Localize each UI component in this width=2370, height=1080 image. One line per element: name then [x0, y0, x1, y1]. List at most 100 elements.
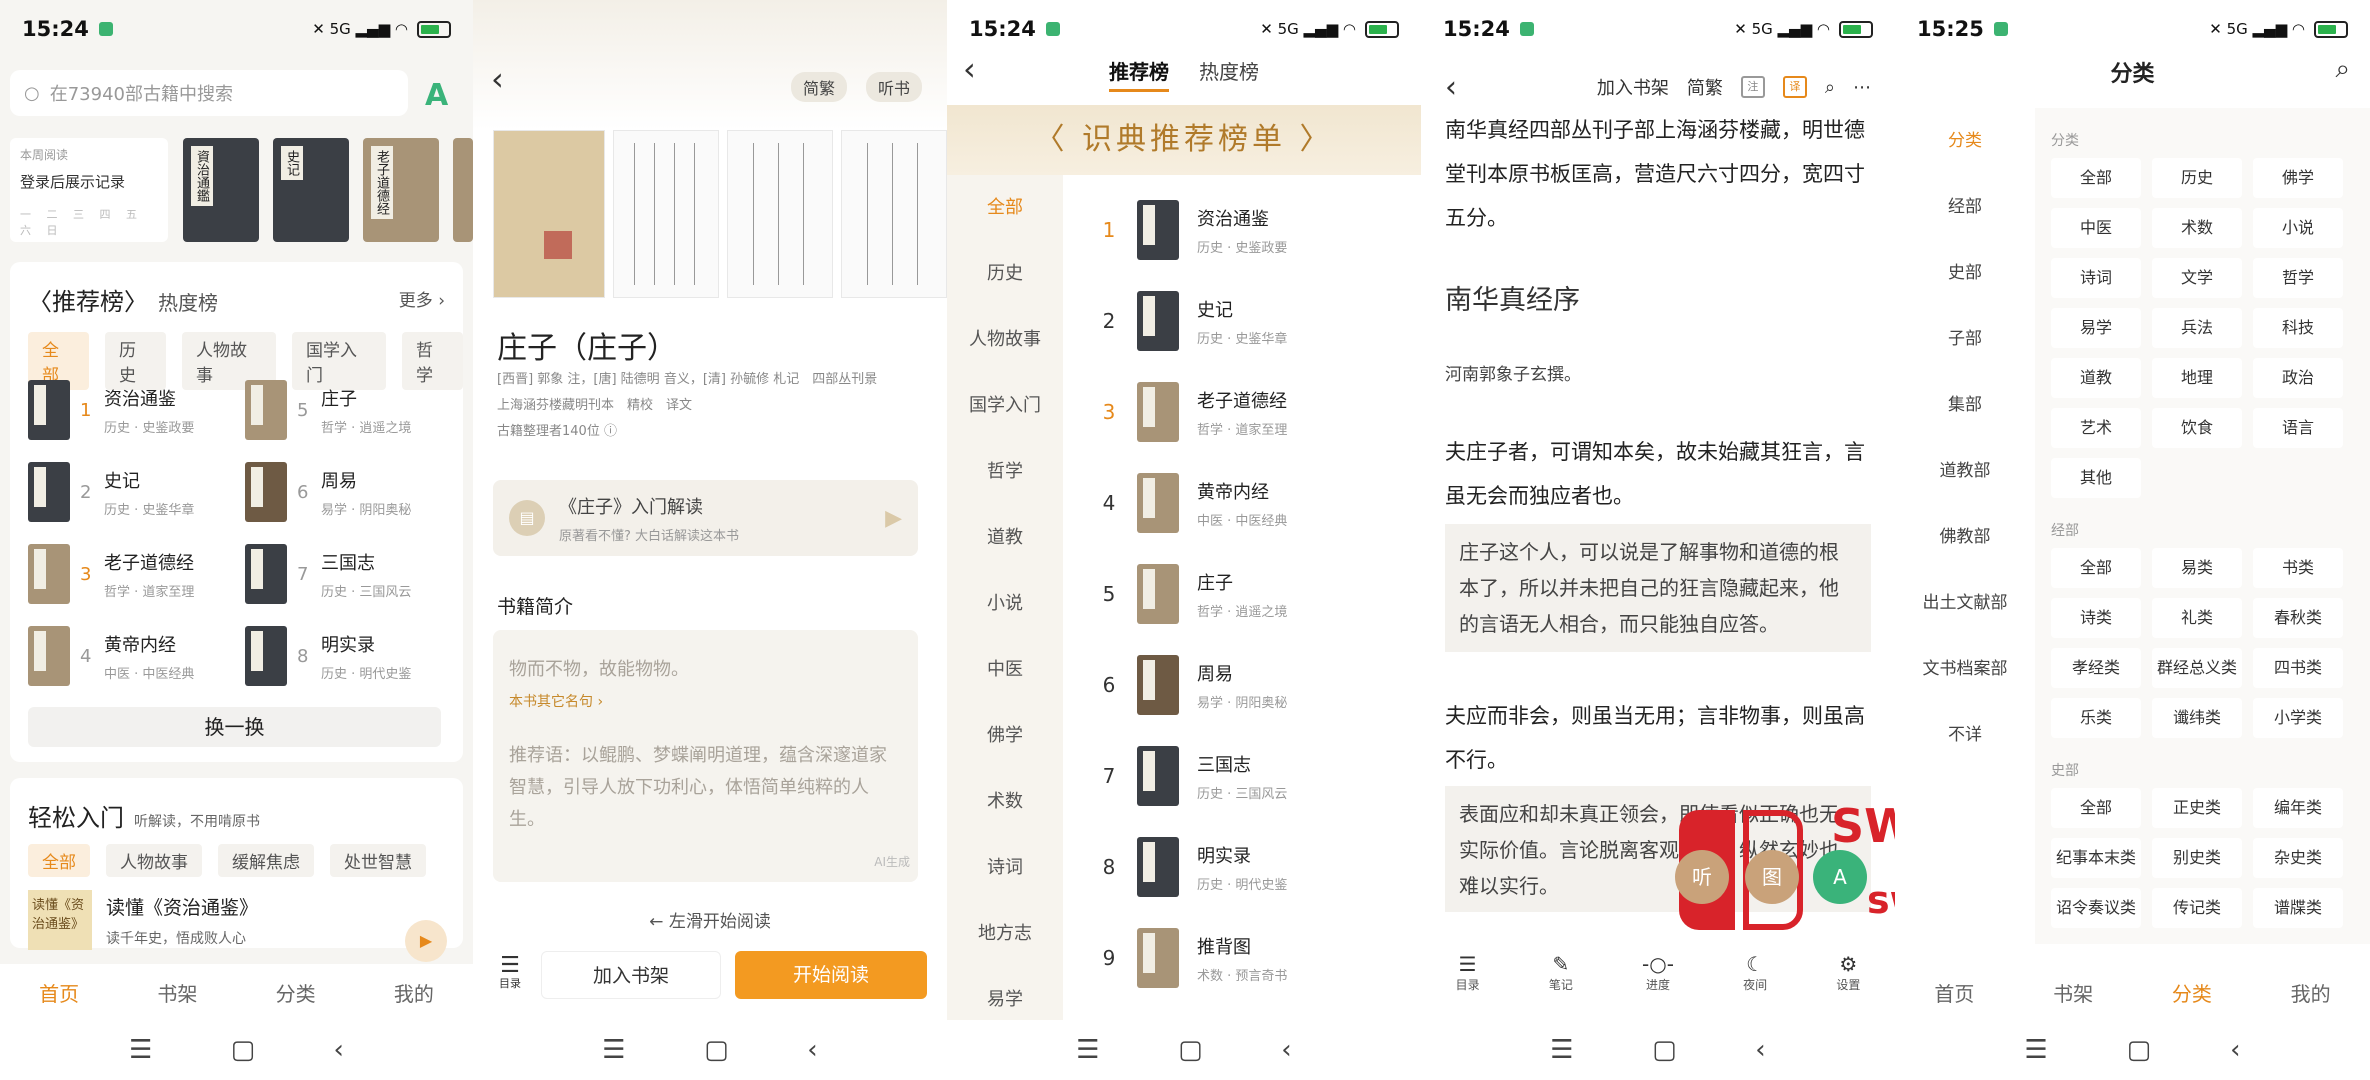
home-icon[interactable]: ▢	[1652, 1035, 1677, 1065]
tab-category[interactable]: 分类	[2172, 978, 2212, 1007]
book-cover[interactable]: 老子道德经	[363, 138, 439, 242]
category-chip[interactable]: 四书类	[2253, 648, 2343, 688]
rank-item[interactable]: 4 黄帝内经 中医 · 中医经典	[28, 626, 228, 686]
category-chip[interactable]: 春秋类	[2253, 598, 2343, 638]
rank-item[interactable]: 8 明实录 历史 · 明代史鉴	[245, 626, 445, 686]
toc-button[interactable]: ☰ 目录	[1456, 952, 1480, 993]
category-chip[interactable]: 科技	[2253, 308, 2343, 348]
category-chip[interactable]: 书类	[2253, 548, 2343, 588]
category-chip[interactable]: 谱牒类	[2253, 888, 2343, 928]
chip[interactable]: 处世智慧	[330, 844, 426, 877]
rank-item[interactable]: 4 黄帝内经 中医 · 中医经典	[1099, 473, 1287, 533]
sidebar-item[interactable]: 中医	[947, 637, 1063, 703]
translation-toggle[interactable]: 译	[1782, 76, 1807, 98]
sidebar-item[interactable]: 诗词	[947, 835, 1063, 901]
weekly-reading-card[interactable]: 本周阅读 登录后展示记录 一 二 三 四 五 六 日	[10, 138, 168, 242]
rank-item[interactable]: 2 史记 历史 · 史鉴华章	[28, 462, 228, 522]
category-chip[interactable]: 哲学	[2253, 258, 2343, 298]
category-chip[interactable]: 语言	[2253, 408, 2343, 448]
chip[interactable]: 全部	[28, 844, 90, 877]
listen-button[interactable]: 听书	[866, 72, 923, 102]
menu-icon[interactable]: ☰	[129, 1035, 152, 1065]
sidebar-item[interactable]: 佛学	[947, 703, 1063, 769]
rank-item[interactable]: 5 庄子 哲学 · 逍遥之境	[245, 380, 445, 440]
category-chip[interactable]: 别史类	[2152, 838, 2242, 878]
back-icon[interactable]: ‹	[1755, 1035, 1765, 1065]
sidebar-item[interactable]: 经部	[1895, 174, 2035, 240]
category-chip[interactable]: 历史	[2152, 158, 2242, 198]
chip[interactable]: 人物故事	[106, 844, 202, 877]
rank-item[interactable]: 1 资治通鉴 历史 · 史鉴政要	[28, 380, 228, 440]
category-chip[interactable]: 全部	[2051, 548, 2141, 588]
search-icon[interactable]: ⌕	[1825, 77, 1835, 98]
category-chip[interactable]: 全部	[2051, 158, 2141, 198]
category-chip[interactable]: 艺术	[2051, 408, 2141, 448]
image-button[interactable]: 图	[1745, 850, 1799, 904]
shuffle-button[interactable]: 换一换	[28, 707, 441, 747]
category-chip[interactable]: 乐类	[2051, 698, 2141, 738]
scan-image[interactable]	[727, 130, 833, 298]
category-chip[interactable]: 谶纬类	[2152, 698, 2242, 738]
sidebar-item[interactable]: 小说	[947, 571, 1063, 637]
category-chip[interactable]: 饮食	[2152, 408, 2242, 448]
tab-home[interactable]: 首页	[1934, 978, 1974, 1007]
category-chip[interactable]: 道教	[2051, 358, 2141, 398]
category-chip[interactable]: 政治	[2253, 358, 2343, 398]
sidebar-item[interactable]: 国学入门	[947, 373, 1063, 439]
scan-image[interactable]	[493, 130, 605, 298]
category-chip[interactable]: 诗词	[2051, 258, 2141, 298]
rank-item[interactable]: 9 推背图 术数 · 预言奇书	[1099, 928, 1287, 988]
category-chip[interactable]: 其他	[2051, 458, 2141, 498]
rank-item[interactable]: 7 三国志 历史 · 三国风云	[245, 544, 445, 604]
menu-icon[interactable]: ☰	[2024, 1035, 2047, 1065]
category-chip[interactable]: 诏令奏议类	[2051, 888, 2141, 928]
sidebar-item[interactable]: 分类	[1895, 108, 2035, 174]
start-reading-button[interactable]: 开始阅读	[735, 951, 927, 999]
category-chip[interactable]: 地理	[2152, 358, 2242, 398]
sidebar-item[interactable]: 道教	[947, 505, 1063, 571]
category-chip[interactable]: 诗类	[2051, 598, 2141, 638]
tab-mine[interactable]: 我的	[394, 978, 434, 1007]
sidebar-item[interactable]: 文书档案部	[1895, 636, 2035, 702]
category-chip[interactable]: 佛学	[2253, 158, 2343, 198]
search-icon[interactable]: ⌕	[2335, 54, 2350, 85]
category-chip[interactable]: 礼类	[2152, 598, 2242, 638]
book-cover[interactable]	[453, 138, 473, 242]
other-quotes-link[interactable]: 本书其它名句 ›	[509, 686, 902, 718]
rank-item[interactable]: 2 史记 历史 · 史鉴华章	[1099, 291, 1287, 351]
annotation-toggle[interactable]: 注	[1740, 76, 1765, 98]
book-cover[interactable]: 史记	[273, 138, 349, 242]
rank-item[interactable]: 1 资治通鉴 历史 · 史鉴政要	[1099, 200, 1287, 260]
sidebar-item[interactable]: 地方志	[947, 901, 1063, 967]
category-chip[interactable]: 编年类	[2253, 788, 2343, 828]
simp-trad-button[interactable]: 简繁	[1687, 74, 1723, 100]
home-icon[interactable]: ▢	[2127, 1035, 2152, 1065]
app-logo-icon[interactable]: A	[425, 78, 448, 113]
tab-shelf[interactable]: 书架	[157, 978, 197, 1007]
rank-item[interactable]: 6 周易 易学 · 阴阳奥秘	[1099, 655, 1287, 715]
category-chip[interactable]: 易学	[2051, 308, 2141, 348]
home-icon[interactable]: ▢	[231, 1035, 256, 1065]
guide-item[interactable]: 读懂《资治通鉴》 读懂《资治通鉴》 读千年史，悟成败人心	[28, 890, 258, 950]
notes-button[interactable]: ✎ 笔记	[1549, 952, 1573, 993]
back-icon[interactable]: ‹	[1281, 1035, 1291, 1065]
intro-audio-banner[interactable]: ▤ 《庄子》入门解读 原著看不懂? 大白话解读这本书 ▶	[493, 480, 918, 556]
sidebar-item[interactable]: 子部	[1895, 306, 2035, 372]
category-chip[interactable]: 小学类	[2253, 698, 2343, 738]
rank-item[interactable]: 3 老子道德经 哲学 · 道家至理	[28, 544, 228, 604]
category-chip[interactable]: 孝经类	[2051, 648, 2141, 688]
night-button[interactable]: ☾ 夜间	[1743, 952, 1767, 993]
menu-icon[interactable]: ☰	[1550, 1035, 1573, 1065]
tab-mine[interactable]: 我的	[2291, 978, 2331, 1007]
category-chip[interactable]: 中医	[2051, 208, 2141, 248]
category-chip[interactable]: 文学	[2152, 258, 2242, 298]
tab-recommend[interactable]: 〈推荐榜〉	[28, 282, 148, 317]
tab-home[interactable]: 首页	[39, 978, 79, 1007]
category-chip[interactable]: 纪事本末类	[2051, 838, 2141, 878]
more-link[interactable]: 更多 ›	[399, 286, 445, 311]
category-chip[interactable]: 易类	[2152, 548, 2242, 588]
category-chip[interactable]: 小说	[2253, 208, 2343, 248]
tab-recommend[interactable]: 推荐榜	[1109, 56, 1169, 92]
rank-item[interactable]: 8 明实录 历史 · 明代史鉴	[1099, 837, 1287, 897]
menu-icon[interactable]: ☰	[1076, 1035, 1099, 1065]
